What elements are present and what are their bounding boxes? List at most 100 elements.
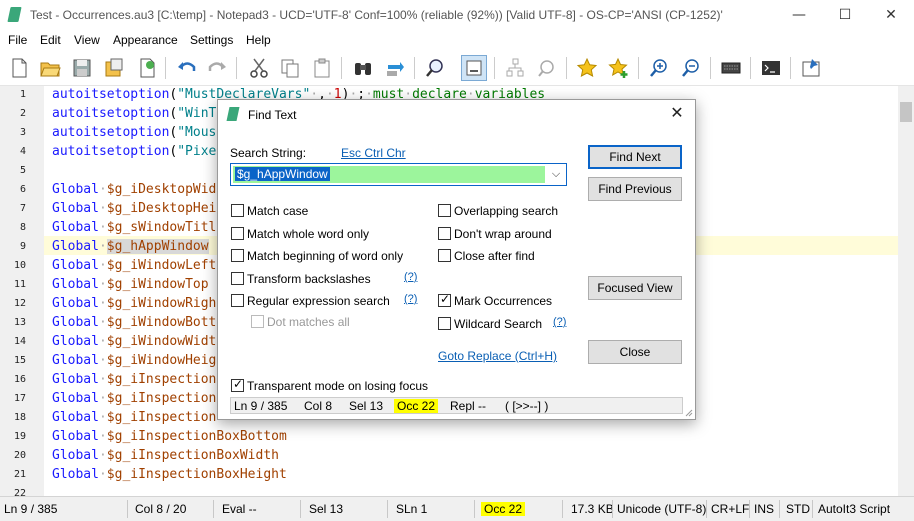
transform-backslashes-help-link[interactable]: (?) bbox=[404, 271, 417, 283]
scrollbar-thumb[interactable] bbox=[900, 102, 912, 122]
vertical-scrollbar[interactable] bbox=[898, 86, 914, 496]
menu-edit[interactable]: Edit bbox=[40, 33, 61, 47]
add-favorite-icon[interactable] bbox=[606, 55, 632, 81]
chevron-down-icon[interactable]: ⌵ bbox=[548, 165, 564, 184]
code-line[interactable]: autoitsetoption("Pixe bbox=[52, 142, 216, 161]
status-eol[interactable]: CR+LF bbox=[711, 502, 749, 516]
copy-icon[interactable] bbox=[277, 55, 303, 81]
status-selected-lines[interactable]: SLn 1 bbox=[396, 502, 427, 516]
find-next-button[interactable]: Find Next bbox=[588, 145, 682, 169]
menu-help[interactable]: Help bbox=[246, 33, 271, 47]
status-line[interactable]: Ln 9 / 385 bbox=[4, 502, 57, 516]
find-in-files-icon[interactable] bbox=[422, 55, 448, 81]
save-icon[interactable] bbox=[69, 55, 95, 81]
new-icon[interactable] bbox=[6, 55, 32, 81]
match-beginning-checkbox[interactable] bbox=[231, 249, 244, 262]
status-selection[interactable]: Sel 13 bbox=[309, 502, 343, 516]
cut-icon[interactable] bbox=[246, 55, 272, 81]
replace-icon[interactable] bbox=[382, 55, 408, 81]
transparent-mode-checkbox[interactable] bbox=[231, 377, 244, 392]
code-line[interactable]: Global·$g_iInspectionBoxHeight bbox=[52, 465, 287, 484]
status-std[interactable]: STD bbox=[786, 502, 810, 516]
code-line-current[interactable]: Global·$g_hAppWindow bbox=[52, 237, 209, 256]
zoom-out-icon[interactable] bbox=[678, 55, 704, 81]
close-window-button[interactable]: ✕ bbox=[868, 0, 914, 31]
wildcard-help-link[interactable]: (?) bbox=[553, 316, 566, 328]
code-line[interactable]: Global·$g_iInspection bbox=[52, 389, 216, 408]
transparent-mode-label[interactable]: Transparent mode on losing focus bbox=[247, 379, 428, 393]
status-occurrences[interactable]: Occ 22 bbox=[481, 502, 526, 516]
match-case-checkbox[interactable] bbox=[231, 204, 244, 217]
focused-view-icon[interactable] bbox=[461, 55, 487, 81]
esc-ctrl-chr-link[interactable]: Esc Ctrl Chr bbox=[341, 146, 406, 160]
menu-file[interactable]: File bbox=[8, 33, 27, 47]
pin-icon[interactable] bbox=[798, 55, 824, 81]
resize-grip-icon[interactable] bbox=[683, 407, 693, 417]
code-line[interactable]: Global·$g_sWindowTitl bbox=[52, 218, 216, 237]
status-encoding[interactable]: Unicode (UTF-8) bbox=[617, 502, 706, 516]
minimize-button[interactable]: — bbox=[776, 0, 822, 31]
regex-search-label[interactable]: Regular expression search bbox=[247, 294, 390, 308]
code-line[interactable]: Global·$g_iDesktopWid bbox=[52, 180, 216, 199]
code-line[interactable]: autoitsetoption("Mous bbox=[52, 123, 216, 142]
maximize-button[interactable]: ☐ bbox=[822, 0, 868, 31]
code-line[interactable]: Global·$g_iInspection bbox=[52, 370, 216, 389]
focused-view-button[interactable]: Focused View bbox=[588, 276, 682, 300]
dont-wrap-around-checkbox[interactable] bbox=[438, 227, 451, 240]
status-eval[interactable]: Eval -- bbox=[222, 502, 257, 516]
menu-appearance[interactable]: Appearance bbox=[113, 33, 178, 47]
mark-occurrences-checkbox[interactable] bbox=[438, 292, 451, 307]
mark-occurrences-label[interactable]: Mark Occurrences bbox=[454, 294, 552, 308]
wildcard-search-label[interactable]: Wildcard Search bbox=[454, 317, 542, 331]
status-file-size[interactable]: 17.3 KB bbox=[571, 502, 614, 516]
transform-backslashes-label[interactable]: Transform backslashes bbox=[247, 272, 371, 286]
goto-replace-link[interactable]: Goto Replace (Ctrl+H) bbox=[438, 349, 557, 363]
save-as-icon[interactable] bbox=[101, 55, 127, 81]
close-after-find-checkbox[interactable] bbox=[438, 249, 451, 262]
code-line[interactable]: autoitsetoption("WinT bbox=[52, 104, 216, 123]
code-line[interactable]: Global·$g_iWindowHeig bbox=[52, 351, 216, 370]
menu-view[interactable]: View bbox=[74, 33, 100, 47]
overlapping-search-label[interactable]: Overlapping search bbox=[454, 204, 558, 218]
open-icon[interactable] bbox=[37, 55, 63, 81]
redo-icon[interactable] bbox=[204, 55, 230, 81]
status-insert-mode[interactable]: INS bbox=[754, 502, 774, 516]
dot-matches-all-checkbox[interactable] bbox=[251, 315, 264, 328]
overlapping-search-checkbox[interactable] bbox=[438, 204, 451, 217]
match-whole-word-checkbox[interactable] bbox=[231, 227, 244, 240]
find-icon[interactable] bbox=[350, 55, 376, 81]
code-line[interactable]: Global·$g_iInspectionBoxBottom bbox=[52, 427, 287, 446]
dont-wrap-around-label[interactable]: Don't wrap around bbox=[454, 227, 552, 241]
match-beginning-label[interactable]: Match beginning of word only bbox=[247, 249, 403, 263]
zoom-in-icon[interactable] bbox=[646, 55, 672, 81]
wildcard-search-checkbox[interactable] bbox=[438, 317, 451, 330]
transform-backslashes-checkbox[interactable] bbox=[231, 272, 244, 285]
dot-matches-all-label[interactable]: Dot matches all bbox=[267, 315, 350, 329]
regex-help-link[interactable]: (?) bbox=[404, 293, 417, 305]
code-line[interactable]: Global·$g_iInspection bbox=[52, 408, 216, 427]
tree-icon[interactable] bbox=[502, 55, 528, 81]
favorites-icon[interactable] bbox=[574, 55, 600, 81]
code-line[interactable]: Global·$g_iWindowRigh bbox=[52, 294, 216, 313]
search-string-combo[interactable]: $g_hAppWindow ⌵ bbox=[230, 163, 567, 186]
code-line[interactable]: Global·$g_iWindowTop bbox=[52, 275, 209, 294]
terminal-icon[interactable] bbox=[758, 55, 784, 81]
regex-search-checkbox[interactable] bbox=[231, 294, 244, 307]
find-previous-button[interactable]: Find Previous bbox=[588, 177, 682, 201]
undo-icon[interactable] bbox=[174, 55, 200, 81]
mark-icon[interactable] bbox=[534, 55, 560, 81]
code-line[interactable]: Global·$g_iWindowBott bbox=[52, 313, 216, 332]
code-line[interactable]: Global·$g_iWindowWidt bbox=[52, 332, 216, 351]
status-column[interactable]: Col 8 / 20 bbox=[135, 502, 186, 516]
browse-icon[interactable] bbox=[134, 55, 160, 81]
code-line[interactable]: Global·$g_iWindowLeft bbox=[52, 256, 216, 275]
code-line[interactable]: Global·$g_iDesktopHei bbox=[52, 199, 216, 218]
status-lexer[interactable]: AutoIt3 Script bbox=[818, 502, 890, 516]
match-whole-word-label[interactable]: Match whole word only bbox=[247, 227, 369, 241]
code-line[interactable]: Global·$g_iInspectionBoxWidth bbox=[52, 446, 279, 465]
match-case-label[interactable]: Match case bbox=[247, 204, 308, 218]
paste-icon[interactable] bbox=[309, 55, 335, 81]
dialog-close-icon[interactable]: ✕ bbox=[665, 103, 689, 125]
search-string-value[interactable]: $g_hAppWindow bbox=[235, 167, 330, 181]
close-after-find-label[interactable]: Close after find bbox=[454, 249, 535, 263]
